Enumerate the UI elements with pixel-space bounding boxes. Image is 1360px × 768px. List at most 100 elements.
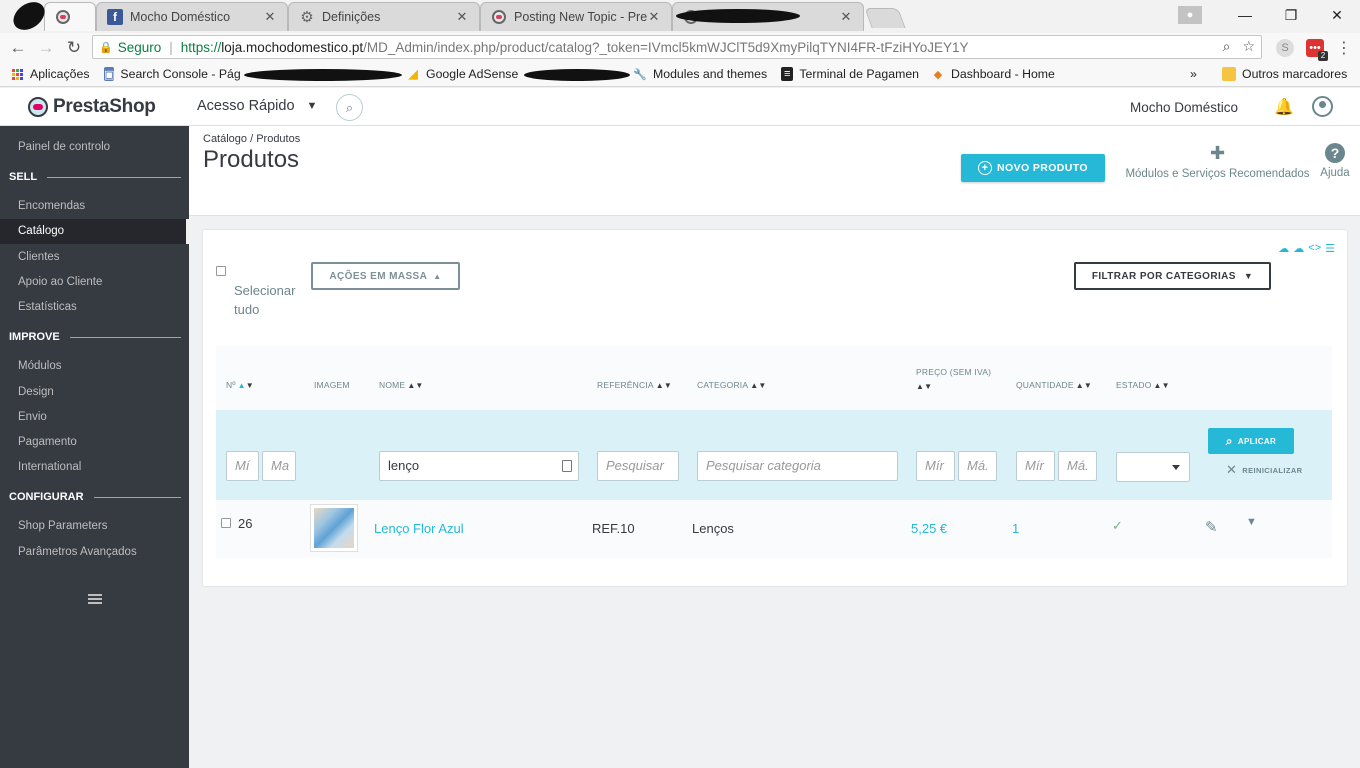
sidebar-item-customer-service[interactable]: Apoio ao Cliente — [0, 270, 189, 295]
recommended-modules-link[interactable]: ✚ Módulos e Serviços Recomendados — [1125, 143, 1310, 180]
sidebar-item-international[interactable]: International — [0, 455, 189, 480]
sidebar-item-catalog[interactable]: Catálogo — [0, 219, 189, 244]
menu-collapse-icon[interactable] — [88, 594, 102, 606]
skype-extension-icon[interactable]: S — [1276, 39, 1294, 57]
column-quantity[interactable]: QUANTIDADE ▲▼ — [1016, 380, 1092, 390]
reset-filters-link[interactable]: ✕ REINICIALIZAR — [1226, 462, 1303, 478]
filter-row: Mí Ma lenço Pesquisar Pesquisar categori… — [216, 410, 1332, 500]
sidebar-item-dashboard[interactable]: Painel de controlo — [0, 135, 189, 160]
status-filter-select[interactable] — [1116, 452, 1190, 482]
status-enabled-icon[interactable]: ✓ — [1112, 518, 1123, 534]
help-label: Ajuda — [1320, 167, 1350, 179]
chevron-down-icon[interactable]: ▼ — [1246, 516, 1257, 528]
zoom-search-icon[interactable]: ⌕ — [1223, 38, 1231, 55]
profile-icon[interactable]: ● — [1178, 6, 1202, 24]
close-icon[interactable]: ✕ — [455, 9, 469, 25]
select-all-label[interactable]: Selecionar tudo — [234, 281, 304, 319]
prestashop-logo[interactable]: PrestaShop — [28, 96, 156, 118]
sidebar-item-payment[interactable]: Pagamento — [0, 430, 189, 455]
bookmark-label: Google AdSense — [426, 67, 519, 81]
quick-access-dropdown[interactable]: Acesso Rápido ▼ — [197, 98, 317, 114]
name-filter-input[interactable]: lenço — [379, 451, 579, 481]
browser-tab-posting[interactable]: Posting New Topic - Pres ✕ — [480, 2, 672, 31]
sidebar-item-modules[interactable]: Módulos — [0, 354, 189, 379]
close-icon[interactable]: ✕ — [263, 9, 277, 25]
close-window-icon[interactable]: ✕ — [1314, 7, 1360, 24]
sql-code-icon[interactable]: <> — [1308, 242, 1321, 255]
extension-badge: 2 — [1318, 51, 1328, 61]
bell-icon[interactable]: 🔔 — [1274, 97, 1294, 117]
browser-tab-mocho[interactable]: f Mocho Doméstico ✕ — [96, 2, 288, 31]
reload-icon[interactable]: ↻ — [60, 38, 88, 58]
bookmark-dashboard[interactable]: ◆ Dashboard - Home — [931, 67, 1055, 81]
column-category[interactable]: CATEGORIA ▲▼ — [697, 380, 766, 390]
sidebar-item-orders[interactable]: Encomendas — [0, 194, 189, 219]
product-name-link[interactable]: Lenço Flor Azul — [374, 521, 464, 536]
column-reference[interactable]: REFERÊNCIA ▲▼ — [597, 380, 672, 390]
select-all-checkbox[interactable] — [216, 266, 226, 276]
new-product-button[interactable]: + NOVO PRODUTO — [961, 154, 1105, 182]
column-name[interactable]: NOME ▲▼ — [379, 380, 424, 390]
price-max-input[interactable]: Má. — [958, 451, 997, 481]
account-icon[interactable] — [1312, 96, 1333, 117]
apply-filters-button[interactable]: ⌕ APLICAR — [1208, 428, 1294, 454]
id-min-input[interactable]: Mí — [226, 451, 259, 481]
bookmark-modules[interactable]: 🔧 Modules and themes — [633, 67, 767, 81]
sidebar-item-advanced-parameters[interactable]: Parâmetros Avançados — [0, 540, 189, 565]
shop-name-link[interactable]: Mocho Doméstico — [1130, 100, 1238, 115]
help-link[interactable]: ? Ajuda — [1315, 143, 1355, 179]
filter-by-categories-button[interactable]: FILTRAR POR CATEGORIAS ▼ — [1074, 262, 1271, 290]
address-bar[interactable]: 🔒 Seguro | https:// loja.mochodomestico.… — [92, 35, 1262, 59]
bookmark-adsense[interactable]: ◢ Google AdSense — [406, 66, 519, 81]
cloud-upload-icon[interactable]: ☁ — [1278, 242, 1289, 255]
column-image: IMAGEM — [314, 380, 350, 390]
close-icon[interactable]: ✕ — [647, 9, 661, 25]
quantity-min-input[interactable]: Mír — [1016, 451, 1055, 481]
search-icon[interactable]: ⌕ — [336, 94, 363, 121]
cloud-download-icon[interactable]: ☁ — [1293, 242, 1304, 255]
reference-filter-input[interactable]: Pesquisar — [597, 451, 679, 481]
id-max-input[interactable]: Ma — [262, 451, 296, 481]
bookmark-star-icon[interactable]: ☆ — [1242, 38, 1255, 55]
sidebar-item-shop-parameters[interactable]: Shop Parameters — [0, 514, 189, 539]
sidebar-item-stats[interactable]: Estatísticas — [0, 295, 189, 320]
bookmark-search-console[interactable]: ▣ Search Console - Pág — [104, 67, 240, 81]
sidebar-item-design[interactable]: Design — [0, 380, 189, 405]
browser-tab-active[interactable] — [44, 2, 96, 31]
pencil-icon[interactable]: ✎ — [1205, 518, 1218, 536]
browser-menu-icon[interactable]: ⋮ — [1336, 38, 1352, 58]
list-icon[interactable]: ☰ — [1325, 242, 1335, 255]
sort-icon: ▲▼ — [1153, 381, 1170, 390]
product-quantity[interactable]: 1 — [1012, 521, 1019, 536]
row-checkbox[interactable] — [221, 518, 231, 528]
quantity-max-input[interactable]: Má. — [1058, 451, 1097, 481]
bookmark-terminal[interactable]: ≡ Terminal de Pagamen — [781, 67, 919, 81]
breadcrumb[interactable]: Catálogo / Produtos — [203, 133, 300, 145]
column-price[interactable]: PREÇO (SEM IVA) ▲▼ — [916, 365, 996, 394]
bookmark-other[interactable]: Outros marcadores — [1222, 67, 1347, 81]
forward-icon[interactable]: → — [32, 38, 60, 58]
catalog-panel: ☁ ☁ <> ☰ Selecionar tudo AÇÕES EM MASSA … — [203, 230, 1347, 586]
minimize-icon[interactable]: — — [1222, 7, 1268, 23]
bulk-actions-button[interactable]: AÇÕES EM MASSA ▲ — [311, 262, 460, 290]
sidebar-item-shipping[interactable]: Envio — [0, 405, 189, 430]
column-status[interactable]: ESTADO ▲▼ — [1116, 380, 1170, 390]
lock-icon: 🔒 — [99, 41, 113, 54]
price-min-input[interactable]: Mír — [916, 451, 955, 481]
sidebar-item-customers[interactable]: Clientes — [0, 245, 189, 270]
url-scheme: https:// — [180, 39, 222, 55]
new-tab-button[interactable] — [864, 8, 906, 28]
back-icon[interactable]: ← — [4, 38, 32, 58]
product-thumbnail[interactable] — [310, 504, 358, 552]
wrench-icon: 🔧 — [633, 68, 647, 81]
extension-icon[interactable]: ••• 2 — [1306, 39, 1328, 61]
column-id[interactable]: Nº ▲▼ — [226, 380, 254, 390]
bookmark-apps[interactable]: Aplicações — [10, 67, 89, 81]
bookmarks-overflow[interactable]: » — [1190, 67, 1197, 81]
browser-tab-definicoes[interactable]: ⚙ Definições ✕ — [288, 2, 480, 31]
sort-icon: ▲▼ — [750, 381, 767, 390]
category-filter-input[interactable]: Pesquisar categoria — [697, 451, 898, 481]
restore-icon[interactable]: ❐ — [1268, 7, 1314, 24]
product-price[interactable]: 5,25 € — [911, 521, 947, 536]
close-icon[interactable]: ✕ — [839, 9, 853, 25]
